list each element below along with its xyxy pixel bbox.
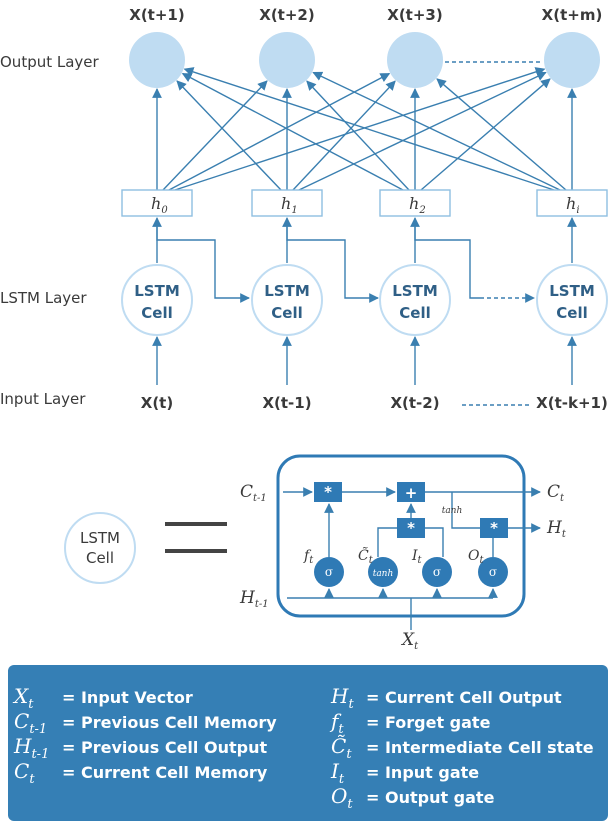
output-node [259,32,315,88]
tanh-label: tanh [442,506,463,516]
c-out-label: Ct [547,482,565,504]
legend-text: = Input Vector [62,688,193,707]
lstm-cell-node [379,264,451,336]
legend-text: = Intermediate Cell state [366,738,594,757]
gate-function: σ [433,565,441,579]
gate-function: tanh [373,569,394,579]
diagram-canvas: Output Layer LSTM Layer Input Layer X(t+… [0,6,608,821]
forget-multiply-symbol: * [324,483,332,501]
gate-function: σ [489,565,497,579]
legend-text: = Output gate [366,788,495,807]
connection-h2-out3 [420,78,551,191]
input-multiply-symbol: * [407,519,415,537]
hidden-to-output-connections [152,67,577,191]
lstm-diagram: Output Layer LSTM Layer Input Layer X(t+… [0,0,616,826]
legend-text: = Current Cell Memory [62,763,268,782]
connection-h2-out1 [306,80,410,191]
lstm-cell-label-line2: Cell [141,304,172,322]
lstm-cell-node [251,264,323,336]
equals-bar-bottom [165,549,227,553]
output-label: X(t+3) [387,6,442,24]
lstm-layer-label: LSTM Layer [0,289,87,307]
legend-text: = Forget gate [366,713,491,732]
input-layer-label: Input Layer [0,390,86,408]
lstm-cell-label-line1: LSTM [392,282,438,300]
output-node [129,32,185,88]
lstm-cell-label-line2: Cell [271,304,302,322]
equals-bar-top [165,522,227,526]
legend-text: = Current Cell Output [366,688,562,707]
lstm-cell-label-line1: LSTM [134,282,180,300]
lstm-cell-node [536,264,608,336]
output-node [544,32,600,88]
lstm-cell-label-line1: LSTM [549,282,595,300]
connection-h2-out0 [181,72,404,191]
x-in-label: Xt [400,630,419,652]
legend-text: = Previous Cell Memory [62,713,277,732]
legend-text: = Input gate [366,763,479,782]
input-label: X(t) [141,394,173,412]
input-label: X(t-k+1) [536,394,608,412]
c-prev-label: Ct-1 [240,482,267,504]
lstm-cell-legend-node [64,512,136,584]
lstm-cell-label-line1: LSTM [264,282,310,300]
output-node [387,32,443,88]
connection-h0-out2 [168,72,391,191]
legend-text: = Previous Cell Output [62,738,267,757]
output-layer-label: Output Layer [0,53,100,71]
connection-h1-out3 [298,71,547,191]
output-label: X(t+m) [542,6,603,24]
lstm-cell-legend-line2: Cell [86,549,114,567]
h-out-label: Ht [546,518,567,540]
h-prev-label: Ht-1 [239,588,269,610]
network-nodes: X(t+1)h0LSTMCellX(t)X(t+2)h1LSTMCellX(t-… [121,6,608,412]
connection-h0-out3 [174,67,546,191]
lstm-cell-node [121,264,193,336]
lstm-cell-label-line2: Cell [399,304,430,322]
lstm-cell-legend-line1: LSTM [80,529,120,547]
add-symbol: + [405,484,418,502]
connection-h3-out1 [312,71,561,191]
gate-function: σ [325,565,333,579]
output-label: X(t+2) [259,6,314,24]
connection-h0-out1 [162,80,268,191]
input-label: X(t-2) [390,394,439,412]
output-label: X(t+1) [129,6,184,24]
input-label: X(t-1) [262,394,311,412]
output-multiply-symbol: * [490,519,498,537]
lstm-cell-label-line2: Cell [556,304,587,322]
